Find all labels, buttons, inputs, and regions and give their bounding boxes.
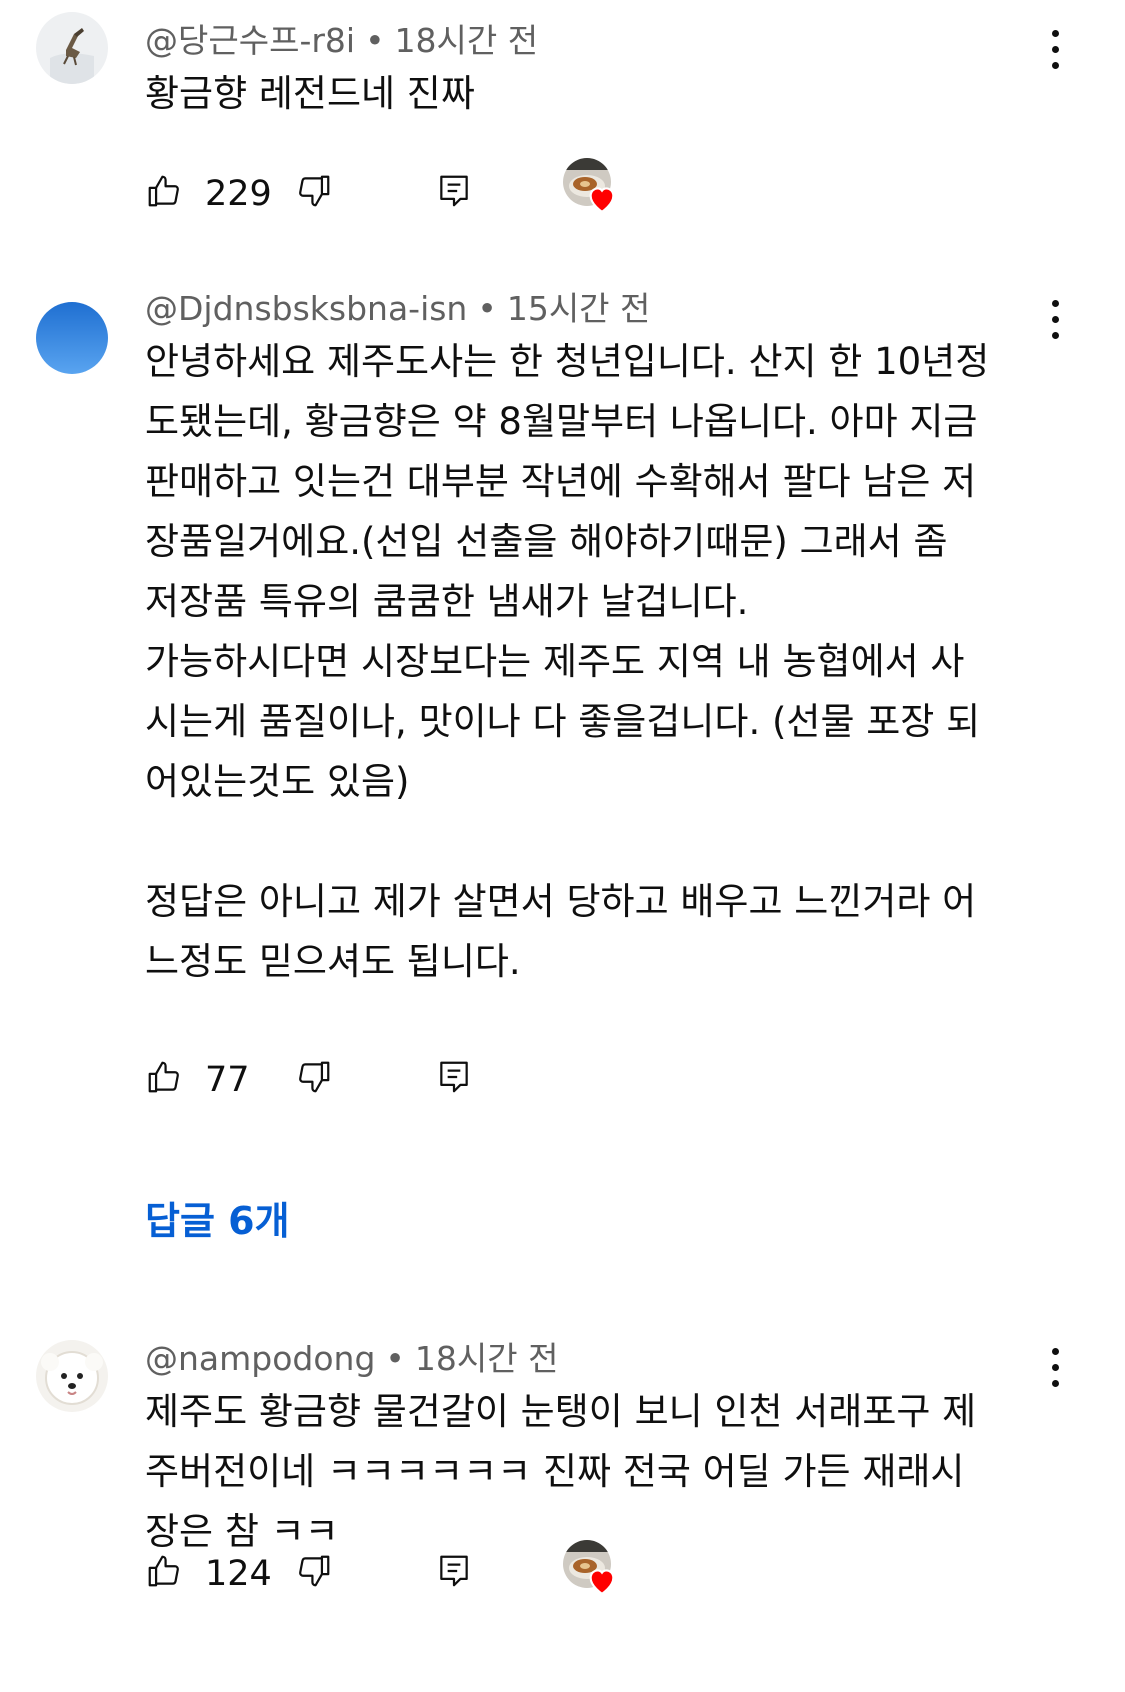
comment-thread: @Djdnsbsksbna-isn • 15시간 전 안녕하세요 제주도사는 한 청…: [0, 280, 1125, 1243]
reply-button[interactable]: [435, 1052, 485, 1112]
meta-separator: •: [477, 289, 497, 328]
avatar-image: [36, 302, 108, 374]
reply-button[interactable]: [435, 166, 485, 226]
heart-icon: [589, 1569, 615, 1596]
comment-actions: 229: [145, 158, 705, 226]
like-button[interactable]: 229: [145, 166, 275, 226]
heart-icon: [589, 187, 615, 214]
thumbs-up-icon: [148, 175, 179, 207]
avatar[interactable]: [36, 1340, 108, 1412]
like-button[interactable]: 124: [145, 1546, 275, 1606]
comment-thread: @당근수프-r8i • 18시간 전 황금향 레전드네 진짜 229: [0, 0, 1125, 240]
reply-icon: [440, 1061, 468, 1093]
like-button[interactable]: 77: [145, 1052, 275, 1112]
comment-text: 황금향 레전드네 진짜: [145, 72, 475, 115]
avatar[interactable]: [36, 12, 108, 84]
comment-time[interactable]: 15시간 전: [507, 289, 651, 328]
comment-meta: @nampodong • 18시간 전: [145, 1332, 558, 1380]
comment-time[interactable]: 18시간 전: [395, 21, 539, 60]
comment-author[interactable]: @nampodong: [145, 1339, 375, 1378]
comment-actions: 77: [145, 1052, 705, 1112]
comment-meta: @당근수프-r8i • 18시간 전: [145, 14, 538, 62]
thumbs-up-icon: [148, 1555, 179, 1587]
dislike-button[interactable]: [295, 1052, 345, 1112]
reply-button[interactable]: [435, 1546, 485, 1606]
thumbs-down-icon: [299, 175, 330, 207]
creator-heart: [563, 1540, 623, 1600]
comment-thread: @nampodong • 18시간 전 제주도 황금향 물건갈이 눈탱이 보니 인천…: [0, 1339, 1125, 1670]
view-replies-button[interactable]: 답글 6개: [145, 1190, 290, 1245]
comment-meta: @Djdnsbsksbna-isn • 15시간 전: [145, 282, 650, 330]
avatar[interactable]: [36, 302, 108, 374]
thumbs-down-icon: [299, 1061, 330, 1093]
like-count: 229: [205, 174, 272, 214]
dislike-button[interactable]: [295, 1546, 345, 1606]
meta-separator: •: [365, 21, 385, 60]
comment-text: 제주도 황금향 물건갈이 눈탱이 보니 인천 서래포구 제 주버전이네 ㅋㅋㅋㅋ…: [145, 1390, 977, 1553]
reply-icon: [440, 175, 468, 207]
thumbs-down-icon: [299, 1555, 330, 1587]
comment-time[interactable]: 18시간 전: [415, 1339, 559, 1378]
creator-heart: [563, 158, 623, 218]
dislike-button[interactable]: [295, 166, 345, 226]
avatar-image: [36, 12, 108, 84]
comment-author[interactable]: @당근수프-r8i: [145, 21, 355, 60]
like-count: 124: [205, 1554, 272, 1594]
comment-text: 안녕하세요 제주도사는 한 청년입니다. 산지 한 10년정 도됐는데, 황금향…: [145, 340, 990, 983]
avatar-image: [36, 1340, 108, 1412]
comment-actions: 124: [145, 1540, 705, 1606]
thumbs-up-icon: [148, 1061, 179, 1093]
meta-separator: •: [385, 1339, 405, 1378]
comment-author[interactable]: @Djdnsbsksbna-isn: [145, 289, 467, 328]
reply-icon: [440, 1555, 468, 1587]
like-count: 77: [205, 1060, 250, 1100]
